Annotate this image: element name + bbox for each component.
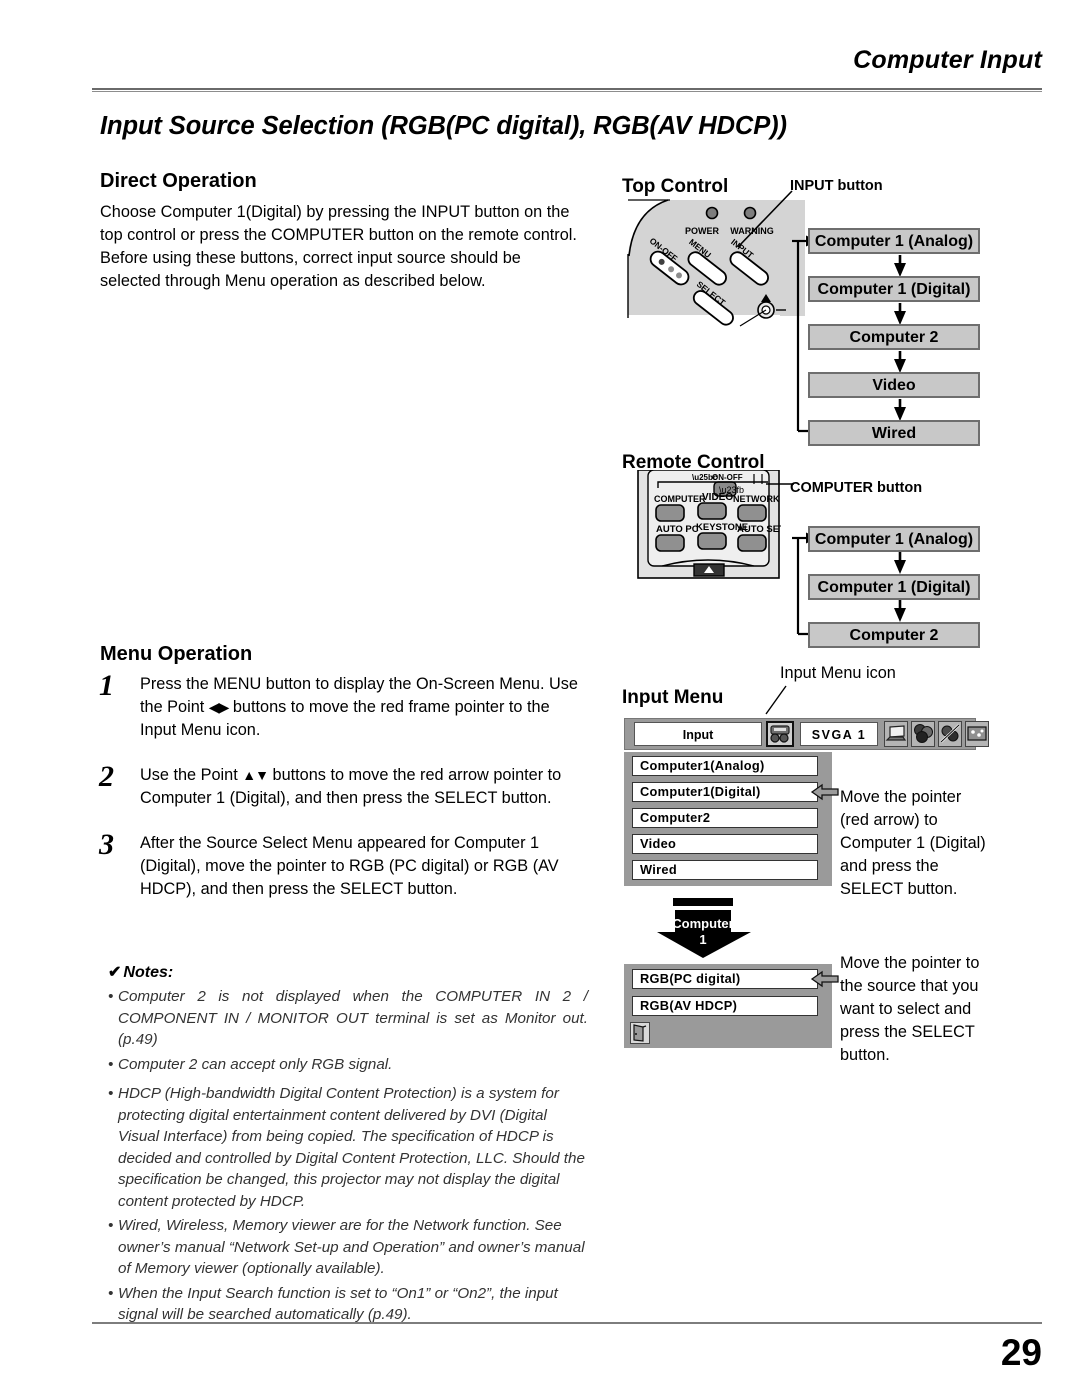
flow-box-remote-computer1-analog: Computer 1 (Analog) (808, 526, 980, 552)
note-text: Wired, Wireless, Memory viewer are for t… (118, 1217, 585, 1277)
flow-box-computer1-digital: Computer 1 (Digital) (808, 276, 980, 302)
bullet-icon: • (108, 1055, 114, 1073)
direct-operation-paragraph-1: Choose Computer 1(Digital) by pressing t… (100, 203, 577, 244)
flow-box-video: Video (808, 372, 980, 398)
step-text: After the Source Select Menu appeared fo… (140, 834, 559, 898)
step-item: 2 Use the Point ▲▼ buttons to move the r… (95, 760, 590, 810)
svg-text:POWER: POWER (685, 226, 720, 236)
source-select-arrow-pointer-icon (810, 970, 839, 988)
input-button-callout: INPUT button (790, 178, 883, 194)
input-menu-icon[interactable] (766, 721, 794, 747)
notes-title-label: Notes: (123, 964, 174, 981)
direct-operation-heading: Direct Operation (100, 170, 257, 192)
svg-text:NETWORK: NETWORK (733, 494, 780, 504)
check-icon: ✔ (108, 964, 122, 981)
note-text: HDCP (High-bandwidth Digital Content Pro… (118, 1085, 585, 1210)
exit-door-icon-glyph (633, 1024, 647, 1042)
flow-box-computer1-analog: Computer 1 (Analog) (808, 228, 980, 254)
input-menu-icon-callout: Input Menu icon (780, 664, 896, 682)
input-menu-item-computer1-analog[interactable]: Computer1(Analog) (632, 756, 818, 776)
bullet-icon: • (108, 1085, 114, 1102)
sound-image-icon[interactable] (938, 721, 962, 747)
note-item: • Wired, Wireless, Memory viewer are for… (108, 1215, 588, 1280)
input-menu-item-video[interactable]: Video (632, 834, 818, 854)
computer1-arrow-label-line2: 1 (699, 932, 706, 947)
computer1-arrow-label-line1: Computer (672, 916, 733, 931)
note-text: Computer 2 can accept only RGB signal. (118, 1055, 393, 1073)
note-text: Computer 2 is not displayed when the COM… (118, 988, 588, 1048)
step-text-part-a: Use the Point (140, 766, 243, 784)
computer1-down-arrow: Computer 1 (657, 898, 751, 958)
input-menu-heading: Input Menu (622, 687, 724, 708)
notes-block: ✔ Notes: • Computer 2 is not displayed wh… (108, 962, 588, 1329)
page-number: 29 (1000, 1332, 1042, 1373)
step-item: 3 After the Source Select Menu appeared … (95, 828, 590, 901)
exit-door-icon[interactable] (630, 1022, 650, 1044)
bullet-icon: • (108, 1217, 114, 1234)
source-select-instruction: Move the pointer to the source that you … (840, 954, 980, 1064)
osd-input-field[interactable]: Input (634, 722, 762, 746)
bullet-icon: • (108, 1284, 114, 1302)
direct-operation-paragraph-2: Before using these buttons, correct inpu… (100, 249, 521, 290)
flow-box-remote-computer2: Computer 2 (808, 622, 980, 648)
source-select-item-rgb-av-hdcp[interactable]: RGB(AV HDCP) (632, 996, 818, 1016)
notes-title: ✔ Notes: (108, 962, 588, 982)
laptop-icon[interactable] (884, 721, 908, 747)
computer-button-callout: COMPUTER button (790, 480, 923, 496)
computer-button-leader-line (766, 483, 794, 485)
input-menu-item-computer2[interactable]: Computer2 (632, 808, 818, 828)
note-item: • When the Input Search function is set … (108, 1283, 588, 1326)
osd-mode-field[interactable]: SVGA 1 (800, 722, 878, 746)
screen-icon[interactable] (965, 721, 989, 747)
svg-text:AUTO PC: AUTO PC (656, 524, 699, 535)
step-text: Use the Point ▲▼ buttons to move the red… (140, 764, 590, 810)
flow-box-wired: Wired (808, 420, 980, 446)
note-item: • Computer 2 can accept only RGB signal. (108, 1054, 588, 1076)
laptop-icon-glyph (885, 725, 907, 741)
input-menu-item-computer1-digital[interactable]: Computer1(Digital) (632, 782, 818, 802)
bullet-icon: • (108, 988, 114, 1005)
direct-operation-body: Choose Computer 1(Digital) by pressing t… (100, 201, 580, 293)
svg-text:VIDEO: VIDEO (702, 492, 733, 503)
chapter-title: Computer Input (853, 46, 1042, 74)
svg-text:COMPUTER: COMPUTER (654, 494, 706, 504)
point-lr-arrows-icon: ◀▶ (208, 699, 230, 715)
menu-operation-heading: Menu Operation (100, 643, 253, 665)
note-item: • Computer 2 is not displayed when the C… (108, 986, 588, 1051)
footer-divider (92, 1322, 1042, 1324)
step-number: 3 (99, 828, 114, 861)
input-menu-icon-leader-line (765, 685, 787, 715)
screen-icon-glyph (967, 726, 987, 741)
projector-reels-icon (770, 725, 790, 743)
flow-box-computer2: Computer 2 (808, 324, 980, 350)
remote-control-illustration: \u25bc ON-OFF \u23fb COMPUTER VIDEO NETW… (637, 470, 781, 579)
step-number: 1 (99, 669, 114, 702)
svg-text:AUTO SET: AUTO SET (737, 524, 781, 535)
sound-image-icon-glyph (940, 724, 960, 743)
color-adjust-icon[interactable] (911, 721, 935, 747)
note-item: • HDCP (High-bandwidth Digital Content P… (108, 1083, 588, 1212)
point-updown-arrows-icon: ▲▼ (242, 767, 269, 783)
step-text: Press the MENU button to display the On-… (140, 673, 590, 742)
flow-box-remote-computer1-digital: Computer 1 (Digital) (808, 574, 980, 600)
step-item: 1 Press the MENU button to display the O… (95, 669, 590, 742)
header-divider (92, 88, 1042, 92)
red-arrow-pointer-icon (810, 783, 839, 801)
svg-text:ON-OFF: ON-OFF (712, 473, 743, 482)
input-menu-instruction: Move the pointer (red arrow) to Computer… (840, 788, 986, 898)
step-number: 2 (99, 760, 114, 793)
source-select-item-rgb-pc-digital[interactable]: RGB(PC digital) (632, 969, 818, 989)
menu-operation-steps: 1 Press the MENU button to display the O… (95, 669, 590, 923)
color-adjust-icon-glyph (914, 724, 933, 743)
input-menu-item-wired[interactable]: Wired (632, 860, 818, 880)
top-control-heading: Top Control (622, 176, 729, 197)
page-title: Input Source Selection (RGB(PC digital),… (100, 112, 787, 140)
page-header: Computer Input (92, 46, 1042, 75)
note-text: When the Input Search function is set to… (118, 1284, 558, 1324)
